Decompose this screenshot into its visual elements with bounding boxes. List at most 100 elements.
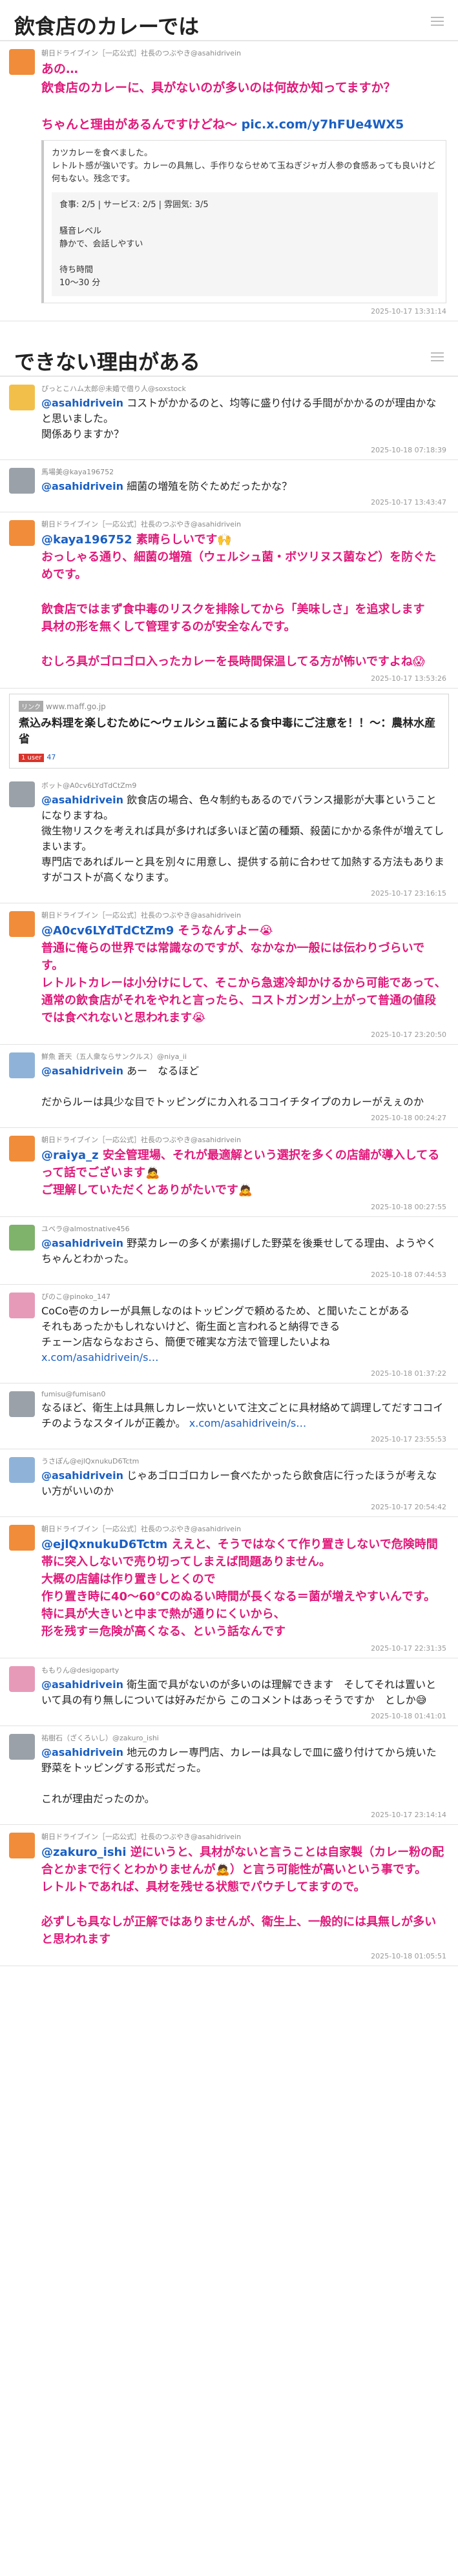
post-time[interactable]: 2025-10-17 23:14:14 bbox=[41, 1811, 446, 1819]
mention-link[interactable]: @ejlQxnukuD6Tctm bbox=[41, 1538, 167, 1551]
post-text-content: 逆にいうと、具材がないと言うことは自家製（カレー粉の配合とかまで行くとわかりませ… bbox=[41, 1845, 444, 1946]
post-author[interactable]: ももりん@desigoparty bbox=[41, 1665, 446, 1675]
post-text-content: 飲食店の場合、色々制約もあるのでバランス撮影が大事ということになりますね。 微生… bbox=[41, 793, 444, 883]
mention-link[interactable]: @A0cv6LYdTdCtZm9 bbox=[41, 924, 174, 938]
post-text: @asahidrivein 飲食店の場合、色々制約もあるのでバランス撮影が大事と… bbox=[41, 792, 446, 885]
avatar[interactable] bbox=[9, 1292, 35, 1318]
post-time[interactable]: 2025-10-17 20:54:42 bbox=[41, 1503, 446, 1511]
post-time[interactable]: 2025-10-18 00:27:55 bbox=[41, 1203, 446, 1211]
reply-post: 鮮魚 蒼天（五人衆ならサンクルス）@niya_ii @asahidrivein あ… bbox=[0, 1045, 458, 1128]
post-text: @ejlQxnukuD6Tctm ええと、そうではなくて作り置きしないで危険時間… bbox=[41, 1536, 446, 1640]
post-text: @zakuro_ishi 逆にいうと、具材がないと言うことは自家製（カレー粉の配… bbox=[41, 1844, 446, 1948]
post-author[interactable]: 朝日ドライブイン［一応公式］社長のつぶやき@asahidrivein bbox=[41, 1831, 446, 1842]
quoted-review: カツカレーを食べました。 レトルト感が強いです。カレーの具無し、手作りならせめて… bbox=[41, 140, 446, 304]
post-time[interactable]: 2025-10-17 13:43:47 bbox=[41, 498, 446, 507]
post-author[interactable]: うさぽん@ejlQxnukuD6Tctm bbox=[41, 1456, 446, 1466]
avatar[interactable] bbox=[9, 1391, 35, 1417]
post-author[interactable]: 馬場美@kaya196752 bbox=[41, 467, 446, 477]
avatar[interactable] bbox=[9, 385, 35, 411]
post-author[interactable]: ぴのこ@pinoko_147 bbox=[41, 1291, 446, 1302]
post-time[interactable]: 2025-10-17 23:55:53 bbox=[41, 1435, 446, 1444]
mention-link[interactable]: @asahidrivein bbox=[41, 397, 123, 409]
post-author[interactable]: ボット@A0cv6LYdTdCtZm9 bbox=[41, 780, 446, 790]
post-text-content: 安全管理場、それが最適解という選択を多くの店舗が導入してるって話でございます🙇 … bbox=[41, 1148, 440, 1197]
mention-link[interactable]: @asahidrivein bbox=[41, 1065, 123, 1077]
post-link[interactable]: x.com/asahidrivein/s… bbox=[41, 1351, 158, 1363]
post-link[interactable]: x.com/asahidrivein/s… bbox=[189, 1417, 306, 1429]
avatar[interactable] bbox=[9, 1224, 35, 1251]
menu-icon[interactable] bbox=[431, 352, 444, 362]
post-author[interactable]: fumisu@fumisan0 bbox=[41, 1390, 446, 1398]
avatar[interactable] bbox=[9, 1456, 35, 1483]
post-author[interactable]: 朝日ドライブイン［一応公式］社長のつぶやき@asahidrivein bbox=[41, 48, 446, 58]
post-author[interactable]: ユベラ@almostnative456 bbox=[41, 1223, 446, 1234]
reply-post: ぴっとこハム太郎＠未婚で借り人@soxstock @asahidrivein コス… bbox=[0, 377, 458, 461]
mention-link[interactable]: @asahidrivein bbox=[41, 1237, 123, 1249]
avatar[interactable] bbox=[9, 520, 35, 547]
post-time[interactable]: 2025-10-18 01:05:51 bbox=[41, 1952, 446, 1960]
mention-link[interactable]: @asahidrivein bbox=[41, 1469, 123, 1482]
post-text: @asahidrivein 衛生面で具がないのが多いのは理解できます そしてそれ… bbox=[41, 1677, 446, 1708]
card-users[interactable]: 1 user bbox=[19, 753, 45, 762]
avatar[interactable] bbox=[9, 1832, 35, 1858]
post-time[interactable]: 2025-10-17 22:31:35 bbox=[41, 1644, 446, 1653]
mention-link[interactable]: @kaya196752 bbox=[41, 533, 132, 547]
card-title[interactable]: 煮込み料理を楽しむために～ウェルシュ菌による食中毒にご注意を！！～：農林水産省 bbox=[19, 716, 439, 747]
reply-post: ぴのこ@pinoko_147 CoCo壱のカレーが具無しなのはトッピングで頼めるた… bbox=[0, 1285, 458, 1384]
post-text: @asahidrivein あー なるほど だからルーは具少な目でトッピングにカ… bbox=[41, 1063, 446, 1110]
post-text: CoCo壱のカレーが具無しなのはトッピングで頼めるため、と聞いたことがある それ… bbox=[41, 1303, 446, 1365]
post-time[interactable]: 2025-10-17 23:20:50 bbox=[41, 1031, 446, 1039]
post-text-content: CoCo壱のカレーが具無しなのはトッピングで頼めるため、と聞いたことがある それ… bbox=[41, 1304, 410, 1348]
post-text-content: 細菌の増殖を防ぐためだったかな？ bbox=[123, 480, 293, 493]
avatar[interactable] bbox=[9, 1052, 35, 1078]
avatar[interactable] bbox=[9, 911, 35, 937]
reply-post: 朝日ドライブイン［一応公式］社長のつぶやき@asahidrivein @raiya… bbox=[0, 1128, 458, 1217]
avatar[interactable] bbox=[9, 49, 35, 75]
card-domain: www.maff.go.jp bbox=[46, 702, 106, 712]
section-title: できない理由がある bbox=[14, 350, 201, 375]
post-author[interactable]: 祐樹石（ざくろいし）@zakuro_ishi bbox=[41, 1733, 446, 1743]
post-time[interactable]: 2025-10-17 13:53:26 bbox=[41, 674, 446, 683]
card-count[interactable]: 47 bbox=[47, 753, 56, 761]
post-time[interactable]: 2025-10-18 01:37:22 bbox=[41, 1369, 446, 1378]
avatar[interactable] bbox=[9, 1665, 35, 1692]
post-author[interactable]: 朝日ドライブイン［一応公式］社長のつぶやき@asahidrivein bbox=[41, 519, 446, 529]
avatar[interactable] bbox=[9, 781, 35, 807]
avatar[interactable] bbox=[9, 1524, 35, 1551]
post-text: @asahidrivein じゃあゴロゴロカレー食べたかったら飲食店に行ったほう… bbox=[41, 1468, 446, 1499]
mention-link[interactable]: @raiya_z bbox=[41, 1149, 99, 1162]
reply-list-1: ぴっとこハム太郎＠未婚で借り人@soxstock @asahidrivein コス… bbox=[0, 377, 458, 689]
post-time[interactable]: 2025-10-18 07:44:53 bbox=[41, 1271, 446, 1279]
post-text: @raiya_z 安全管理場、それが最適解という選択を多くの店舗が導入してるって… bbox=[41, 1147, 446, 1199]
card-domain-tag: リンク bbox=[19, 701, 43, 712]
post-author[interactable]: 朝日ドライブイン［一応公式］社長のつぶやき@asahidrivein bbox=[41, 910, 446, 920]
mention-link[interactable]: @asahidrivein bbox=[41, 1678, 123, 1691]
avatar[interactable] bbox=[9, 1733, 35, 1760]
avatar[interactable] bbox=[9, 468, 35, 494]
post-time[interactable]: 2025-10-18 01:41:01 bbox=[41, 1712, 446, 1720]
reply-post: 朝日ドライブイン［一応公式］社長のつぶやき@asahidrivein @kaya1… bbox=[0, 512, 458, 689]
post-text-content: 素晴らしいです🙌 おっしゃる通り、細菌の増殖（ウェルシュ菌・ボツリヌス菌など）を… bbox=[41, 533, 437, 669]
post-text: @asahidrivein 野菜カレーの多くが素揚げした野菜を後乗せしてる理由、… bbox=[41, 1236, 446, 1267]
post-time[interactable]: 2025-10-18 00:24:27 bbox=[41, 1114, 446, 1122]
post-author[interactable]: ぴっとこハム太郎＠未婚で借り人@soxstock bbox=[41, 383, 446, 394]
mention-link[interactable]: @asahidrivein bbox=[41, 794, 123, 806]
link-card[interactable]: リンク www.maff.go.jp 煮込み料理を楽しむために～ウェルシュ菌による… bbox=[9, 694, 449, 769]
post-time[interactable]: 2025-10-17 13:31:14 bbox=[41, 307, 446, 316]
post-time[interactable]: 2025-10-17 23:16:15 bbox=[41, 889, 446, 898]
post-text: @A0cv6LYdTdCtZm9 そうなんすよー😭 普通に俺らの世界では常識なの… bbox=[41, 922, 446, 1027]
reply-post: 朝日ドライブイン［一応公式］社長のつぶやき@asahidrivein @zakur… bbox=[0, 1825, 458, 1966]
mention-link[interactable]: @asahidrivein bbox=[41, 480, 123, 492]
menu-icon[interactable] bbox=[431, 17, 444, 26]
section-header-2: できない理由がある bbox=[0, 336, 458, 377]
avatar[interactable] bbox=[9, 1135, 35, 1162]
mention-link[interactable]: @asahidrivein bbox=[41, 1746, 123, 1758]
post-time[interactable]: 2025-10-18 07:18:39 bbox=[41, 446, 446, 454]
post-text-content: ええと、そうではなくて作り置きしないで危険時間帯に突入しないで売り切ってしまえば… bbox=[41, 1537, 438, 1638]
post-author[interactable]: 鮮魚 蒼天（五人衆ならサンクルス）@niya_ii bbox=[41, 1051, 446, 1062]
mention-link[interactable]: @zakuro_ishi bbox=[41, 1846, 127, 1859]
post-link[interactable]: pic.x.com/y7hFUe4WX5 bbox=[242, 117, 404, 132]
post-author[interactable]: 朝日ドライブイン［一応公式］社長のつぶやき@asahidrivein bbox=[41, 1524, 446, 1534]
reply-post: ユベラ@almostnative456 @asahidrivein 野菜カレーの多… bbox=[0, 1217, 458, 1285]
post-author[interactable]: 朝日ドライブイン［一応公式］社長のつぶやき@asahidrivein bbox=[41, 1134, 446, 1145]
